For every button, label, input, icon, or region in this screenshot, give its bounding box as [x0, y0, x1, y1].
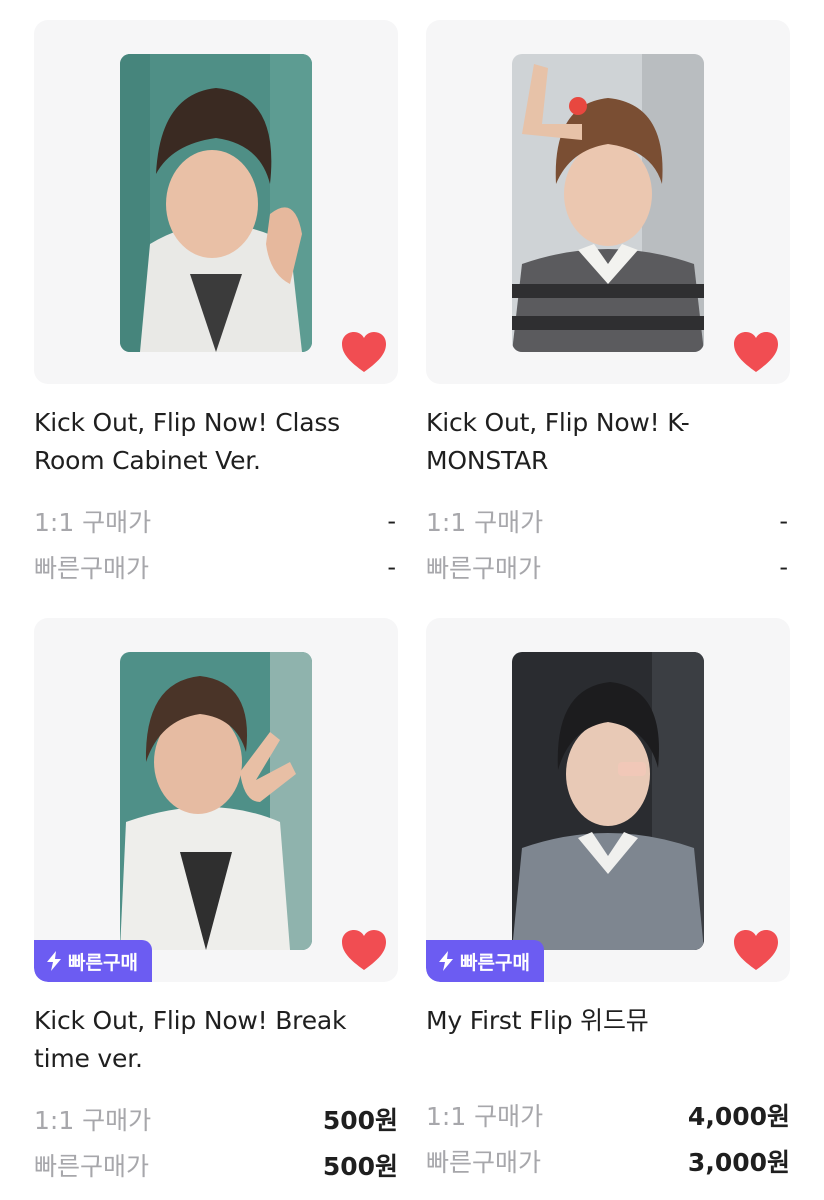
product-title[interactable]: Kick Out, Flip Now! Break time ver. — [34, 1002, 398, 1078]
quick-price-value: - — [387, 553, 396, 581]
one-to-one-price-row: 1:1 구매가 - — [426, 498, 790, 544]
one-to-one-price-value: 4,000원 — [687, 1102, 790, 1131]
product-thumbnail[interactable] — [426, 20, 790, 384]
quick-price-value: - — [779, 553, 788, 581]
one-to-one-price-value: - — [387, 507, 396, 535]
quick-purchase-badge: 빠른구매 — [426, 940, 544, 982]
one-to-one-price-value: 500원 — [322, 1106, 398, 1135]
quick-badge-label: 빠른구매 — [68, 951, 138, 974]
quick-price-row: 빠른구매가 3,000원 — [426, 1138, 790, 1184]
quick-price-label: 빠른구매가 — [426, 554, 542, 583]
quick-price-value: 3,000원 — [687, 1148, 790, 1177]
heart-icon[interactable] — [340, 330, 388, 374]
product-card[interactable]: Kick Out, Flip Now! K-MONSTAR 1:1 구매가 - … — [426, 20, 790, 590]
quick-purchase-badge: 빠른구매 — [34, 940, 152, 982]
one-to-one-price-row: 1:1 구매가 4,000원 — [426, 1092, 790, 1138]
product-title[interactable]: Kick Out, Flip Now! Class Room Cabinet V… — [34, 404, 398, 480]
one-to-one-price-row: 1:1 구매가 500원 — [34, 1096, 398, 1142]
quick-price-label: 빠른구매가 — [34, 1152, 150, 1181]
quick-price-row: 빠른구매가 500원 — [34, 1142, 398, 1188]
product-title[interactable]: My First Flip 위드뮤 — [426, 1002, 790, 1078]
product-thumbnail[interactable] — [34, 20, 398, 384]
product-thumbnail[interactable]: 빠른구매 — [34, 618, 398, 982]
one-to-one-price-row: 1:1 구매가 - — [34, 498, 398, 544]
product-card[interactable]: 빠른구매 My First Flip 위드뮤 1:1 구매가 4,000원 빠른… — [426, 618, 790, 1184]
quick-price-label: 빠른구매가 — [34, 554, 150, 583]
photocard-image — [120, 652, 312, 950]
one-to-one-price-label: 1:1 구매가 — [34, 1106, 152, 1135]
heart-icon[interactable] — [340, 928, 388, 972]
quick-price-row: 빠른구매가 - — [426, 544, 790, 590]
photocard-image — [512, 652, 704, 950]
lightning-icon — [439, 951, 453, 971]
quick-price-row: 빠른구매가 - — [34, 544, 398, 590]
lightning-icon — [47, 951, 61, 971]
one-to-one-price-label: 1:1 구매가 — [426, 1102, 544, 1131]
quick-price-label: 빠른구매가 — [426, 1148, 542, 1177]
product-thumbnail[interactable]: 빠른구매 — [426, 618, 790, 982]
product-title[interactable]: Kick Out, Flip Now! K-MONSTAR — [426, 404, 790, 480]
product-card[interactable]: Kick Out, Flip Now! Class Room Cabinet V… — [34, 20, 398, 590]
one-to-one-price-label: 1:1 구매가 — [426, 508, 544, 537]
photocard-image — [512, 54, 704, 352]
one-to-one-price-label: 1:1 구매가 — [34, 508, 152, 537]
quick-badge-label: 빠른구매 — [460, 951, 530, 974]
one-to-one-price-value: - — [779, 507, 788, 535]
heart-icon[interactable] — [732, 928, 780, 972]
quick-price-value: 500원 — [322, 1152, 398, 1181]
photocard-image — [120, 54, 312, 352]
heart-icon[interactable] — [732, 330, 780, 374]
product-card[interactable]: 빠른구매 Kick Out, Flip Now! Break time ver.… — [34, 618, 398, 1188]
